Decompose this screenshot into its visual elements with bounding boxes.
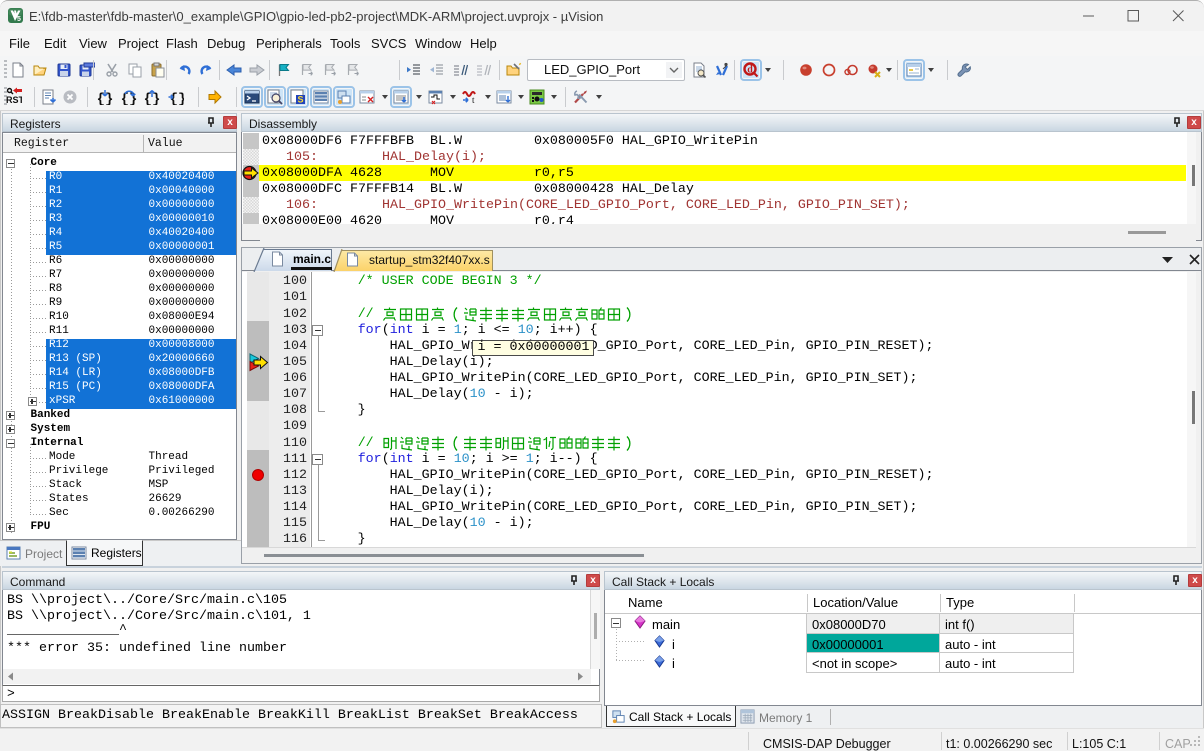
svg-text:5: 5 <box>17 16 21 23</box>
svg-text:RST: RST <box>6 95 22 103</box>
svg-text:t: t <box>472 95 475 105</box>
svg-text:d: d <box>747 65 753 76</box>
svg-text:S: S <box>297 95 303 105</box>
